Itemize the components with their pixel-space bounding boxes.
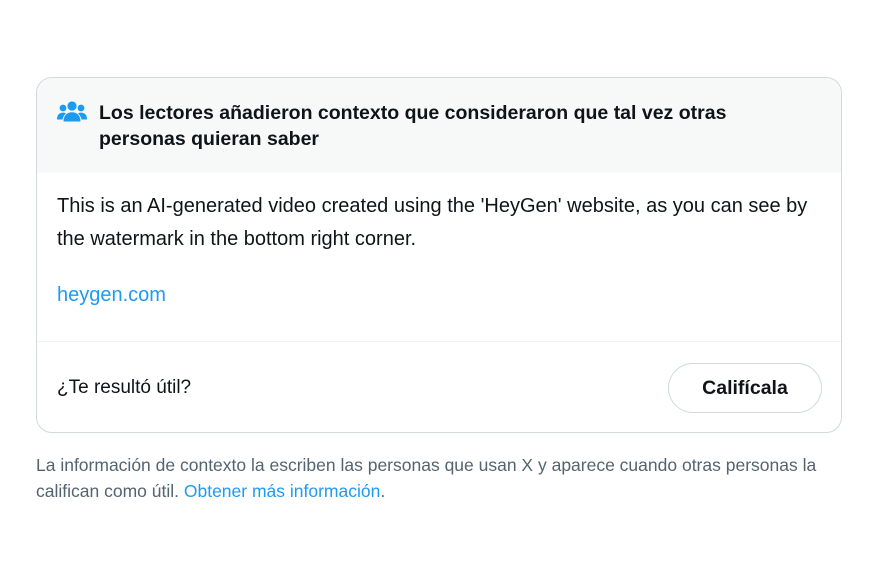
footnote-text: La información de contexto la escriben l… [36,455,817,501]
note-text: This is an AI-generated video created us… [57,195,808,250]
note-header: Los lectores añadieron contexto que cons… [37,78,841,173]
people-group-icon [57,101,87,122]
note-body: This is an AI-generated video created us… [37,173,841,341]
note-header-title: Los lectores añadieron contexto que cons… [99,102,727,150]
community-note-card: Los lectores añadieron contexto que cons… [36,77,842,433]
rating-row: ¿Te resultó útil? Califícala [37,342,841,432]
rating-question: ¿Te resultó útil? [57,377,192,398]
footnote: La información de contexto la escriben l… [36,452,836,504]
footnote-period: . [380,481,386,501]
rate-button[interactable]: Califícala [668,363,822,413]
source-link[interactable]: heygen.com [57,282,166,308]
learn-more-link[interactable]: Obtener más información [184,481,380,501]
